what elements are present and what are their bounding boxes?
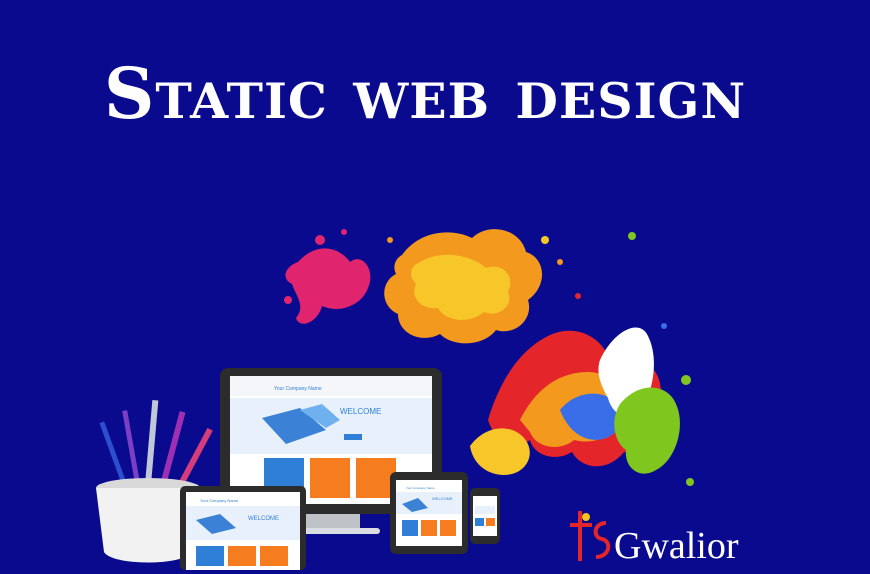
laptop-icon: Your Company Name WELCOME	[180, 486, 306, 570]
laptop-hero-text: WELCOME	[248, 516, 279, 522]
illustration: Your Company Name WELCOME Your Company N…	[96, 229, 694, 570]
tablet-icon: Your Company Name WELCOME	[390, 472, 468, 554]
tablet-company-text: Your Company Name	[406, 486, 435, 490]
desktop-company-text: Your Company Name	[274, 386, 322, 392]
tablet-hero-text: WELCOME	[432, 496, 453, 501]
phone-icon	[470, 488, 500, 544]
desktop-hero-text: WELCOME	[340, 407, 381, 416]
brand-name: Gwalior	[614, 525, 739, 567]
laptop-company-text: Your Company Name	[200, 498, 239, 503]
brand-logo: Gwalior	[566, 505, 776, 570]
